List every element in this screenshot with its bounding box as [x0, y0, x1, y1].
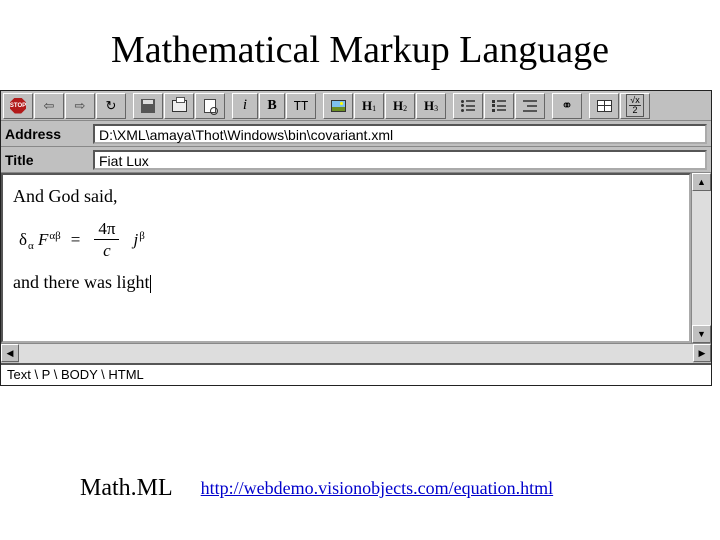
print-button[interactable] — [164, 93, 194, 119]
vscroll-track[interactable] — [692, 191, 711, 325]
demo-link[interactable]: http://webdemo.visionobjects.com/equatio… — [201, 478, 553, 499]
scroll-left-button[interactable]: ◀ — [1, 344, 19, 362]
text-cursor — [150, 275, 151, 293]
address-input[interactable]: D:\XML\amaya\Thot\Windows\bin\covariant.… — [93, 124, 707, 144]
stop-button[interactable]: STOP — [3, 93, 33, 119]
numbered-list-icon — [492, 100, 506, 112]
h2-button[interactable]: H2 — [385, 93, 415, 119]
numbered-list-button[interactable] — [484, 93, 514, 119]
math-button[interactable]: √x 2 — [620, 93, 650, 119]
title-row: Title Fiat Lux — [1, 147, 711, 173]
printer-icon — [172, 100, 187, 112]
table-icon — [597, 100, 612, 112]
document-editor[interactable]: And God said, δα Fαβ = 4π c jβ and there… — [1, 173, 691, 343]
link-button[interactable]: ⚭ — [552, 93, 582, 119]
bullet-list-button[interactable] — [453, 93, 483, 119]
def-list-icon — [523, 100, 537, 112]
editor-line-2: and there was light — [13, 269, 679, 296]
find-button[interactable] — [195, 93, 225, 119]
chevron-right-icon: ▶ — [699, 348, 706, 359]
address-label: Address — [5, 126, 93, 142]
title-label: Title — [5, 152, 93, 168]
link-icon: ⚭ — [561, 97, 573, 114]
address-row: Address D:\XML\amaya\Thot\Windows\bin\co… — [1, 121, 711, 147]
stop-icon: STOP — [10, 98, 26, 114]
save-button[interactable] — [133, 93, 163, 119]
slide-footer: Math.ML http://webdemo.visionobjects.com… — [80, 475, 553, 502]
arrow-left-icon: ⇦ — [44, 98, 55, 114]
mathml-label: Math.ML — [80, 475, 173, 502]
eq-sub-alpha: α — [28, 240, 34, 252]
scroll-down-button[interactable]: ▼ — [692, 325, 711, 343]
eq-delta: δ — [19, 230, 27, 249]
reload-button[interactable]: ↻ — [96, 93, 126, 119]
bold-button[interactable]: B — [259, 93, 285, 119]
search-doc-icon — [204, 99, 216, 113]
image-button[interactable] — [323, 93, 353, 119]
bullet-list-icon — [461, 100, 475, 112]
amaya-editor-window: STOP ⇦ ⇨ ↻ i B TT H1 H2 H3 — [0, 90, 712, 386]
italic-button[interactable]: i — [232, 93, 258, 119]
back-button[interactable]: ⇦ — [34, 93, 64, 119]
def-list-button[interactable] — [515, 93, 545, 119]
hscroll-track[interactable] — [19, 344, 693, 363]
horizontal-scrollbar[interactable]: ◀ ▶ — [1, 343, 711, 363]
teletype-button[interactable]: TT — [286, 93, 316, 119]
image-icon — [331, 100, 346, 112]
scroll-right-button[interactable]: ▶ — [693, 344, 711, 362]
eq-j: j — [133, 230, 138, 249]
forward-button[interactable]: ⇨ — [65, 93, 95, 119]
arrow-right-icon: ⇨ — [75, 98, 86, 114]
eq-sup-ab: αβ — [49, 230, 60, 242]
eq-equals: = — [71, 227, 81, 253]
main-toolbar: STOP ⇦ ⇨ ↻ i B TT H1 H2 H3 — [1, 91, 711, 121]
math-fraction-icon: √x 2 — [626, 94, 643, 117]
scroll-up-button[interactable]: ▲ — [692, 173, 711, 191]
eq-fraction: 4π c — [94, 220, 119, 259]
status-bar: Text \ P \ BODY \ HTML — [1, 363, 711, 385]
title-input[interactable]: Fiat Lux — [93, 150, 707, 170]
slide-title: Mathematical Markup Language — [0, 0, 720, 90]
floppy-icon — [141, 99, 155, 113]
h1-button[interactable]: H1 — [354, 93, 384, 119]
vertical-scrollbar[interactable]: ▲ ▼ — [691, 173, 711, 343]
eq-numerator: 4π — [94, 220, 119, 240]
chevron-up-icon: ▲ — [697, 177, 706, 187]
chevron-down-icon: ▼ — [697, 329, 706, 339]
h3-button[interactable]: H3 — [416, 93, 446, 119]
equation-display: δα Fαβ = 4π c jβ — [19, 220, 679, 259]
chevron-left-icon: ◀ — [7, 348, 14, 359]
reload-icon: ↻ — [106, 98, 117, 114]
eq-sup-beta: β — [139, 230, 145, 242]
table-button[interactable] — [589, 93, 619, 119]
eq-F: F — [38, 230, 48, 249]
editor-line-1: And God said, — [13, 183, 679, 210]
eq-denominator: c — [99, 240, 115, 259]
